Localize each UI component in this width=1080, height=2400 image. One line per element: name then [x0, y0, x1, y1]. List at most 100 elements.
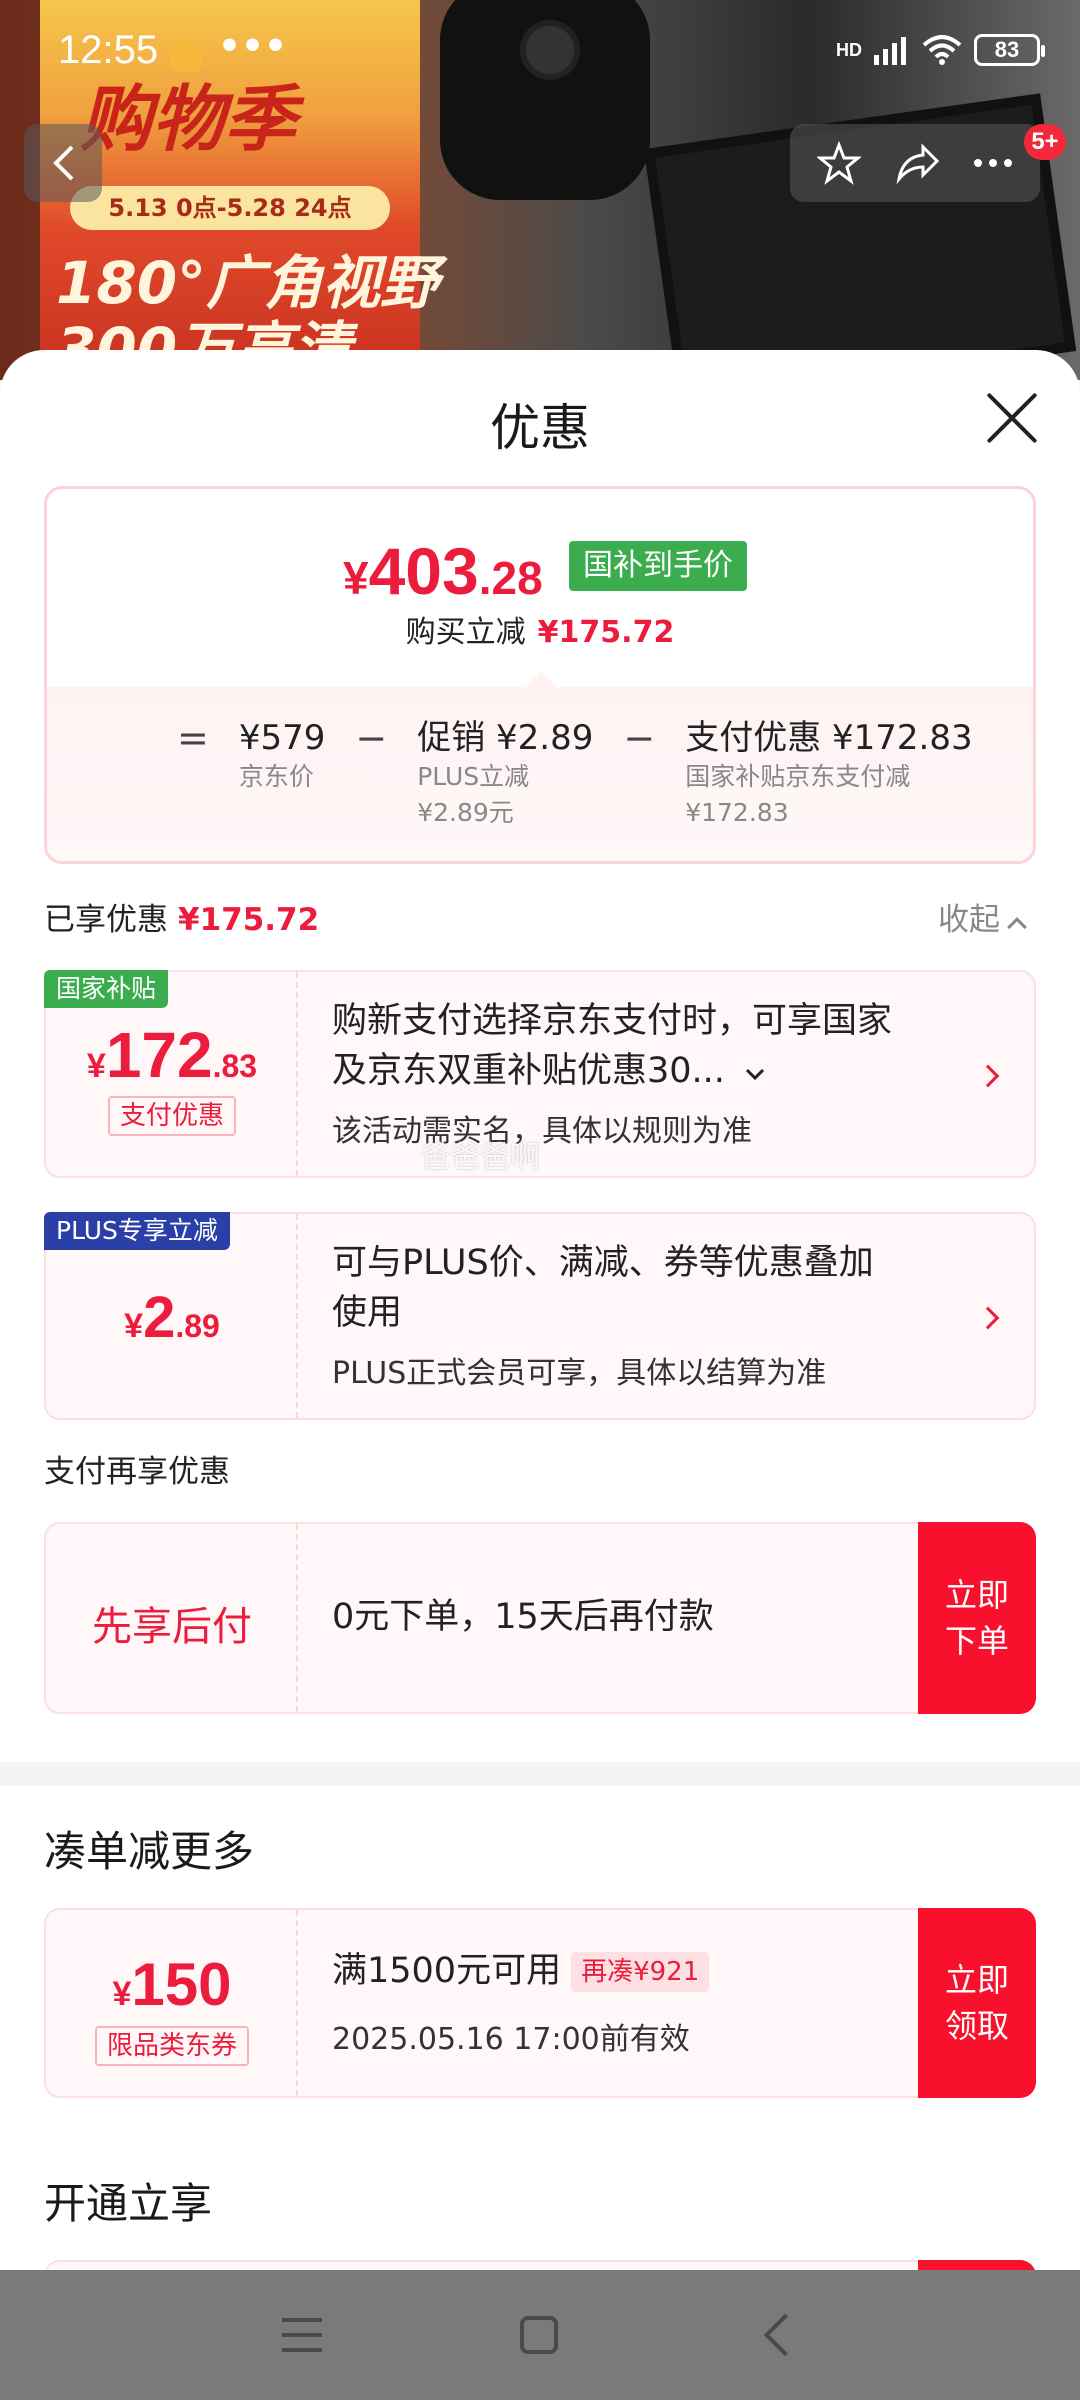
chevron-up-icon: [1007, 917, 1027, 937]
offer-note: PLUS正式会员可享，具体以结算为准: [332, 1356, 827, 1391]
status-time: 12:55: [58, 28, 159, 72]
amount-decimal: .83: [212, 1048, 258, 1084]
more-notifications-icon: •••: [218, 26, 288, 67]
more-icon[interactable]: [973, 158, 1013, 168]
final-price: ¥403.28: [343, 533, 543, 609]
offer-description: 购新支付选择京东支付时，可享国家 及京东双重补贴优惠30...: [332, 996, 892, 1096]
coupon-validity: 2025.05.16 17:00前有效: [332, 2022, 690, 2057]
price-decimal: .28: [478, 552, 543, 604]
term-sub: PLUS立减: [417, 762, 530, 791]
action-line: 立即: [944, 1576, 1009, 1614]
back-button[interactable]: [24, 124, 102, 202]
pay-more-title: 支付再享优惠: [44, 1454, 230, 1490]
buy-reduce-amount: ¥175.72: [537, 615, 675, 650]
collapse-label: 收起: [938, 902, 1000, 938]
currency-symbol: ¥: [124, 1307, 144, 1345]
claim-coupon-button[interactable]: 立即 领取: [918, 1908, 1036, 2098]
wifi-icon: [922, 35, 962, 65]
poster-date: 5.13 0点-5.28 24点: [70, 186, 390, 230]
offer-desc-line: 购新支付选择京东支付时，可享国家: [332, 1001, 893, 1041]
pay-later-label: 先享后付: [92, 1604, 252, 1650]
system-back-button[interactable]: [763, 2313, 807, 2357]
pay-later-card: 先享后付 0元下单，15天后再付款 立即下单: [44, 1522, 1036, 1714]
term-main: 促销 ¥2.89: [417, 718, 594, 758]
close-button[interactable]: [982, 388, 1042, 448]
coupon-card: ¥150 限品类东券 满1500元可用 再凑¥921 2025.05.16 17:…: [44, 1908, 1036, 2098]
term-main: ¥579: [238, 718, 326, 758]
watermark-text: 爸爸爸啊: [420, 1140, 540, 1175]
offer-desc-line-2: 及京东双重补贴优惠30...: [332, 1046, 892, 1096]
order-now-button[interactable]: 立即 下单: [918, 1522, 1036, 1714]
chevron-down-icon[interactable]: [744, 1066, 766, 1082]
collapse-toggle[interactable]: 收起: [938, 894, 1027, 939]
price-integer: 403: [368, 534, 479, 608]
message-badge: 5+: [1024, 124, 1066, 160]
coupon-gap-pill: 再凑¥921: [571, 1952, 710, 1992]
term-jd-price: ¥579 京东价: [239, 717, 326, 795]
offer-desc-line: 使用: [332, 1293, 403, 1333]
coupon-sublabel: 限品类东券: [46, 2026, 298, 2066]
chevron-right-icon: [976, 1306, 1000, 1330]
term-promotion: 促销 ¥2.89 PLUS立减 ¥2.89元: [417, 717, 593, 831]
pay-later-desc: 0元下单，15天后再付款: [332, 1597, 714, 1637]
offer-desc-line: 可与PLUS价、满减、券等优惠叠加: [332, 1243, 874, 1283]
offer-tag: PLUS专享立减: [44, 1212, 230, 1250]
star-icon[interactable]: [817, 141, 861, 185]
coupon-threshold: 满1500元可用: [332, 1951, 562, 1991]
offer-sublabel: 支付优惠: [46, 1096, 298, 1136]
coupon-desc: 满1500元可用 再凑¥921: [332, 1946, 710, 1996]
coupon-sublabel-text: 限品类东券: [94, 2026, 249, 2066]
offer-amount: ¥172.83: [46, 1018, 298, 1092]
offer-note: 该活动需实名，具体以规则为准: [332, 1114, 752, 1149]
combine-title: 凑单减更多: [44, 1827, 255, 1876]
term-sub-2: ¥172.83: [685, 798, 789, 827]
term-main: 支付优惠 ¥172.83: [685, 718, 973, 758]
coupon-amount: ¥150: [46, 1950, 298, 2019]
equals-sign: =: [177, 716, 209, 760]
buy-reduce: 购买立减 ¥175.72: [47, 607, 1033, 651]
action-line: 领取: [944, 2007, 1009, 2045]
recent-apps-button[interactable]: [282, 2318, 322, 2352]
amount-integer: 172: [105, 1019, 213, 1091]
term-payment-discount: 支付优惠 ¥172.83 国家补贴京东支付减 ¥172.83: [685, 717, 972, 831]
discount-sheet: 优惠 ¥403.28 国补到手价 购买立减 ¥175.72 = ¥579 京东价 …: [0, 350, 1080, 2270]
currency-symbol: ¥: [343, 552, 369, 604]
share-icon[interactable]: [895, 141, 939, 185]
term-sub-2: ¥2.89元: [417, 798, 514, 827]
offer-description: 可与PLUS价、满减、券等优惠叠加 使用: [332, 1238, 874, 1338]
status-bar: 12:55 ••• HD 83: [0, 0, 1080, 108]
offer-desc-line: 及京东双重补贴优惠30...: [332, 1051, 725, 1091]
enjoyed-discount: 已享优惠 ¥175.72: [44, 894, 319, 939]
amount-decimal: .89: [175, 1308, 220, 1344]
offer-sublabel-text: 支付优惠: [107, 1096, 236, 1136]
system-nav-bar: [0, 2270, 1080, 2400]
price-formula: = ¥579 京东价 − 促销 ¥2.89 PLUS立减 ¥2.89元 − 支付…: [177, 717, 973, 831]
offer-amount: ¥2.89: [46, 1284, 298, 1351]
currency-symbol: ¥: [112, 1975, 132, 2013]
home-button[interactable]: [520, 2316, 558, 2354]
action-line: 立即: [944, 1961, 1009, 1999]
price-tag: 国补到手价: [569, 541, 747, 591]
battery-icon: 83: [974, 34, 1045, 66]
chevron-right-icon: [976, 1064, 1000, 1088]
action-line: 下单: [944, 1622, 1009, 1660]
term-sub: 京东价: [238, 762, 314, 791]
offer-tag: 国家补贴: [44, 970, 169, 1008]
chevron-left-icon: [53, 145, 74, 181]
signal-icon: [874, 37, 906, 65]
offer-card-national-subsidy[interactable]: 国家补贴 ¥172.83 支付优惠 购新支付选择京东支付时，可享国家 及京东双重…: [44, 970, 1036, 1178]
currency-symbol: ¥: [86, 1047, 106, 1085]
offer-card-plus[interactable]: PLUS专享立减 ¥2.89 可与PLUS价、满减、券等优惠叠加 使用 PLUS…: [44, 1212, 1036, 1420]
amount-integer: 150: [131, 1951, 232, 2018]
enjoyed-amount: ¥175.72: [178, 902, 320, 938]
price-summary-card: ¥403.28 国补到手价 购买立减 ¥175.72 = ¥579 京东价 − 促…: [44, 486, 1036, 864]
sheet-title: 优惠: [490, 399, 590, 457]
top-actions: [790, 124, 1040, 202]
term-sub: 国家补贴京东支付减: [685, 762, 911, 791]
hd-indicator: HD: [836, 39, 862, 60]
amount-integer: 2: [143, 1285, 176, 1350]
buy-reduce-label: 购买立减: [405, 615, 526, 650]
open-section-title: 开通立享: [44, 2179, 213, 2228]
minus-sign: −: [623, 716, 656, 760]
section-divider: [0, 1762, 1080, 1786]
